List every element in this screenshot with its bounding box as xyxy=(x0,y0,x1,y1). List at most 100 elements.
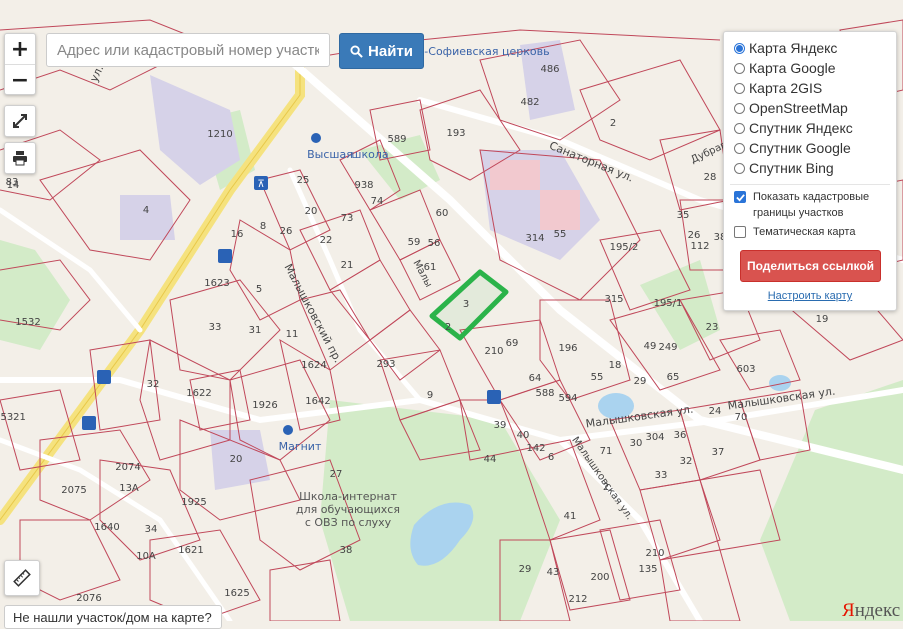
layer-label: Спутник Bing xyxy=(749,160,834,176)
parcel-number: 22 xyxy=(320,235,333,246)
parcel-number: 31 xyxy=(249,325,262,336)
parcel-number: 142 xyxy=(526,443,545,454)
layer-radio[interactable] xyxy=(734,122,745,134)
parcel-number: 26 xyxy=(280,226,293,237)
parcel-number: 23 xyxy=(706,322,719,333)
parcel-number: 1640 xyxy=(94,522,119,533)
parcel-number: 195/1 xyxy=(654,298,683,309)
parcel-number: 3 xyxy=(463,299,469,310)
parcel-number: 589 xyxy=(387,134,406,145)
panel-divider xyxy=(730,184,890,185)
layer-panel: Карта Яндекс Карта Google Карта 2GIS OpenSt… xyxy=(723,31,897,311)
parcel-number: 196 xyxy=(558,343,577,354)
option-list: Показать кадастровые границы участков Тем… xyxy=(724,189,896,240)
map-option[interactable]: Тематическая карта xyxy=(724,224,896,240)
layer-option[interactable]: Карта Google xyxy=(724,58,896,78)
parcel-number: 18 xyxy=(609,360,622,371)
not-found-prompt[interactable]: Не нашли участок/дом на карте? xyxy=(4,605,222,629)
parcel-number: 9 xyxy=(427,390,433,401)
parcel-number: 61 xyxy=(424,262,437,273)
parcel-number: 83 xyxy=(6,177,19,188)
layer-list: Карта Яндекс Карта Google Карта 2GIS OpenSt… xyxy=(724,32,896,178)
option-label: Тематическая карта xyxy=(753,226,856,238)
parcel-number: 43 xyxy=(547,567,560,578)
poi-label: Магнит xyxy=(279,440,322,453)
layer-label: OpenStreetMap xyxy=(749,100,848,116)
parcel-number: 314 xyxy=(525,233,544,244)
parcel-number: 32 xyxy=(680,456,693,467)
parcel-number: 588 xyxy=(535,388,554,399)
parcel-number: 40 xyxy=(517,430,530,441)
parcel-number: 13А xyxy=(119,483,139,494)
layer-radio[interactable] xyxy=(734,102,745,114)
parcel-number: 212 xyxy=(568,594,587,605)
parcel-number: 70 xyxy=(735,412,748,423)
fullscreen-button[interactable] xyxy=(4,105,36,137)
parcel-number: 35 xyxy=(677,210,690,221)
layer-radio[interactable] xyxy=(734,82,745,94)
parcel-number: 193 xyxy=(446,128,465,139)
parcel-number: 33 xyxy=(655,470,668,481)
parcel-number: 29 xyxy=(634,376,647,387)
layer-option[interactable]: Карта 2GIS xyxy=(724,78,896,98)
parcel-number: 1623 xyxy=(204,278,229,289)
map-option[interactable]: Показать кадастровые границы участков xyxy=(724,189,896,221)
option-checkbox[interactable] xyxy=(734,191,746,203)
poi-label: Школа-интернат для обучающихся с ОВЗ по сл… xyxy=(296,490,400,529)
parcel-number: 1625 xyxy=(224,588,249,599)
parcel-number: 1621 xyxy=(178,545,203,556)
svg-text:⊼: ⊼ xyxy=(257,179,264,190)
poi-label: Высшая xyxy=(307,148,353,161)
parcel-number: 210 xyxy=(645,548,664,559)
parcel-number: 11 xyxy=(286,329,299,340)
configure-map-link[interactable]: Настроить карту xyxy=(724,290,896,302)
parcel-number: 112 xyxy=(690,241,709,252)
option-label: Показать кадастровые границы участков xyxy=(753,191,870,219)
parcel-number: 21 xyxy=(341,260,354,271)
layer-radio[interactable] xyxy=(734,42,745,54)
layer-option[interactable]: Спутник Google xyxy=(724,138,896,158)
parcel-number: 33 xyxy=(209,322,222,333)
parcel-number: 1642 xyxy=(305,396,330,407)
parcel-number: 16 xyxy=(231,229,244,240)
parcel-number: 2 xyxy=(445,322,451,333)
zoom-out-button[interactable]: − xyxy=(5,64,35,95)
print-button[interactable] xyxy=(4,142,36,174)
parcel-number: 34 xyxy=(145,524,158,535)
parcel-number: 304 xyxy=(645,432,664,443)
search-button[interactable]: Найти xyxy=(339,33,424,69)
zoom-in-button[interactable]: + xyxy=(5,34,35,64)
search-button-label: Найти xyxy=(368,42,413,60)
parcel-number: 39 xyxy=(494,420,507,431)
parcel-number: 10А xyxy=(136,551,156,562)
parcel-number: 315 xyxy=(604,294,623,305)
search-input[interactable] xyxy=(46,33,330,67)
layer-label: Спутник Яндекс xyxy=(749,120,853,136)
parcel-number: 1925 xyxy=(181,497,206,508)
layer-radio[interactable] xyxy=(734,162,745,174)
parcel-number: 603 xyxy=(736,364,755,375)
parcel-number: 69 xyxy=(506,338,519,349)
parcel-number: 19 xyxy=(816,314,829,325)
layer-label: Карта Google xyxy=(749,60,836,76)
layer-option[interactable]: Карта Яндекс xyxy=(724,38,896,58)
parcel-number: 73 xyxy=(341,213,354,224)
parcel-number: 32 xyxy=(147,379,160,390)
layer-option[interactable]: Спутник Bing xyxy=(724,158,896,178)
parcel-number: 1210 xyxy=(207,129,232,140)
parcel-number: 36 xyxy=(674,430,687,441)
layer-radio[interactable] xyxy=(734,142,745,154)
parcel-number: 64 xyxy=(529,373,542,384)
layer-radio[interactable] xyxy=(734,62,745,74)
parcel-number: 210 xyxy=(484,346,503,357)
parcel-number: 24 xyxy=(709,406,722,417)
parcel-number: 200 xyxy=(590,572,609,583)
yandex-logo: Яндекс xyxy=(842,600,900,622)
layer-option[interactable]: OpenStreetMap xyxy=(724,98,896,118)
ruler-button[interactable] xyxy=(4,560,40,596)
layer-option[interactable]: Спутник Яндекс xyxy=(724,118,896,138)
parcel-number: 20 xyxy=(230,454,243,465)
print-icon xyxy=(13,151,27,166)
share-link-button[interactable]: Поделиться ссылкой xyxy=(740,250,881,282)
option-checkbox[interactable] xyxy=(734,226,746,238)
